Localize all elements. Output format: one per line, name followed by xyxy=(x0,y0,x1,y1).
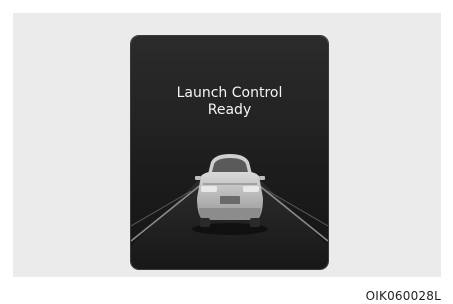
message-line-2: Ready xyxy=(207,102,252,118)
figure-code: OIK060028L xyxy=(365,289,441,303)
cluster-display: Launch Control Ready xyxy=(131,36,328,269)
launch-control-message: Launch Control Ready xyxy=(131,85,328,119)
road-scene xyxy=(131,154,328,269)
message-line-1: Launch Control xyxy=(176,85,283,101)
